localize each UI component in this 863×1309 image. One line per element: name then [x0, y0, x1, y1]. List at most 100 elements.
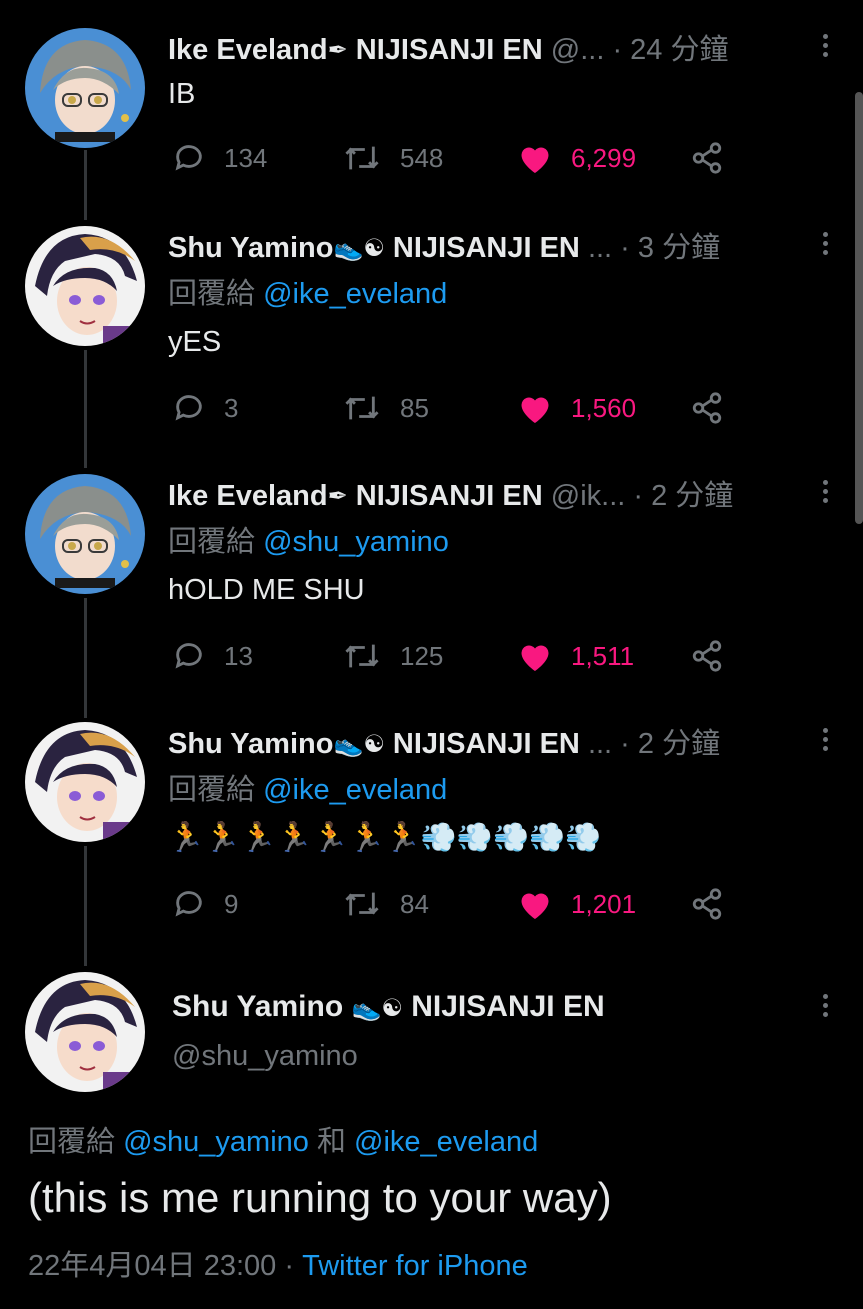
tweet-actions: 3 85 1,560: [172, 388, 732, 428]
tweet-header: Ike Eveland✒ NIJISANJI EN @ik... · 2 分鐘: [168, 478, 793, 515]
mention-link[interactable]: @shu_yamino: [123, 1126, 309, 1158]
tweet-date[interactable]: 22年4月04日 23:00: [28, 1250, 276, 1282]
meta-separator: ·: [284, 1250, 295, 1282]
retweet-icon: [345, 396, 379, 420]
share-icon: [692, 640, 722, 672]
like-button[interactable]: 1,560: [517, 388, 636, 428]
reply-button[interactable]: 134: [172, 138, 267, 178]
reply-count: 9: [224, 888, 239, 919]
retweet-icon: [345, 146, 379, 170]
reply-label: 回覆給: [28, 1126, 116, 1158]
sneaker-icon: 👟: [333, 731, 364, 759]
tweet-time[interactable]: · 3 分鐘: [620, 232, 720, 264]
sneaker-icon: 👟: [351, 994, 382, 1022]
retweet-count: 548: [400, 142, 444, 173]
author-suffix: NIJISANJI EN: [392, 232, 580, 264]
author-handle[interactable]: @ik...: [551, 480, 626, 512]
mention-link[interactable]: @ike_eveland: [263, 774, 447, 806]
more-options-icon[interactable]: [823, 480, 829, 507]
tweet-time[interactable]: · 2 分鐘: [620, 728, 720, 760]
share-icon: [692, 392, 722, 424]
tweet-time[interactable]: · 24 分鐘: [612, 34, 728, 66]
heart-icon: [521, 645, 549, 671]
sneaker-icon: 👟: [333, 235, 364, 263]
avatar-shu[interactable]: [25, 972, 145, 1092]
author-name[interactable]: Ike Eveland: [168, 34, 328, 66]
retweet-button[interactable]: 548: [342, 138, 443, 178]
heart-icon: [521, 397, 549, 423]
reply-button[interactable]: 13: [172, 636, 253, 676]
author-name[interactable]: Ike Eveland: [168, 480, 328, 512]
share-button[interactable]: [690, 636, 742, 676]
reply-context: 回覆給 @ike_eveland: [168, 772, 447, 808]
reply-label: 回覆給: [168, 278, 256, 310]
tweet-header: Shu Yamino👟☯ NIJISANJI EN ... · 3 分鐘: [168, 230, 793, 267]
mention-link[interactable]: @ike_eveland: [354, 1126, 538, 1158]
retweet-count: 84: [400, 888, 429, 919]
author-handle[interactable]: ...: [588, 728, 612, 760]
yin-yang-icon: ☯: [363, 235, 385, 263]
share-icon: [692, 888, 722, 920]
retweet-icon: [345, 644, 379, 668]
thread-connector: [84, 350, 87, 468]
pen-icon: ✒: [327, 37, 348, 65]
share-button[interactable]: [690, 884, 742, 924]
author-name[interactable]: Shu Yamino: [172, 990, 343, 1023]
like-count: 1,201: [571, 888, 637, 919]
yin-yang-icon: ☯: [381, 994, 403, 1022]
retweet-count: 125: [400, 640, 444, 671]
more-options-icon[interactable]: [823, 994, 829, 1021]
avatar-ike[interactable]: [25, 28, 145, 148]
reply-button[interactable]: 3: [172, 388, 238, 428]
more-options-icon[interactable]: [823, 728, 829, 755]
thread-connector: [84, 598, 87, 718]
reply-label: 回覆給: [168, 526, 256, 558]
pen-icon: ✒: [327, 483, 348, 511]
tweet-source-link[interactable]: Twitter for iPhone: [302, 1250, 528, 1282]
like-button[interactable]: 6,299: [517, 138, 636, 178]
like-count: 6,299: [571, 142, 637, 173]
mention-link[interactable]: @ike_eveland: [263, 278, 447, 310]
more-options-icon[interactable]: [823, 232, 829, 259]
heart-icon: [521, 893, 549, 919]
thread-connector: [84, 150, 87, 220]
reply-icon: [175, 395, 202, 421]
author-name[interactable]: Shu Yamino: [168, 232, 333, 264]
author-name[interactable]: Shu Yamino: [168, 728, 333, 760]
reply-label: 回覆給: [168, 774, 256, 806]
author-handle[interactable]: ...: [588, 232, 612, 264]
avatar-shu[interactable]: [25, 226, 145, 346]
tweet-header: Shu Yamino👟☯ NIJISANJI EN ... · 2 分鐘: [168, 726, 793, 763]
author-handle[interactable]: @...: [551, 34, 605, 66]
share-button[interactable]: [690, 138, 742, 178]
retweet-button[interactable]: 85: [342, 388, 429, 428]
tweet-text: IB: [168, 78, 196, 110]
like-count: 1,560: [571, 392, 637, 423]
scrollbar[interactable]: [855, 92, 863, 524]
share-button[interactable]: [690, 388, 742, 428]
reply-and: 和: [316, 1126, 346, 1158]
tweet-actions: 13 125 1,511: [172, 636, 732, 676]
main-author-name[interactable]: Shu Yamino 👟☯ NIJISANJI EN: [172, 990, 605, 1024]
tweet-text: 🏃🏃🏃🏃🏃🏃🏃💨💨💨💨💨: [168, 822, 602, 854]
reply-context: 回覆給 @ike_eveland: [168, 276, 447, 312]
avatar-shu[interactable]: [25, 722, 145, 842]
mention-link[interactable]: @shu_yamino: [263, 526, 449, 558]
like-count: 1,511: [571, 640, 635, 671]
like-button[interactable]: 1,511: [517, 636, 634, 676]
author-suffix: NIJISANJI EN: [355, 34, 543, 66]
retweet-button[interactable]: 84: [342, 884, 429, 924]
heart-icon: [521, 147, 549, 173]
more-options-icon[interactable]: [823, 34, 829, 61]
reply-button[interactable]: 9: [172, 884, 238, 924]
author-suffix: NIJISANJI EN: [411, 990, 605, 1023]
like-button[interactable]: 1,201: [517, 884, 636, 924]
main-tweet-meta: 22年4月04日 23:00 · Twitter for iPhone: [28, 1242, 528, 1284]
main-author-handle[interactable]: @shu_yamino: [172, 1040, 358, 1073]
tweet-actions: 134 548 6,299: [172, 138, 732, 178]
reply-context: 回覆給 @shu_yamino: [168, 524, 449, 560]
avatar-ike[interactable]: [25, 474, 145, 594]
tweet-time[interactable]: · 2 分鐘: [633, 480, 733, 512]
retweet-count: 85: [400, 392, 429, 423]
retweet-button[interactable]: 125: [342, 636, 443, 676]
